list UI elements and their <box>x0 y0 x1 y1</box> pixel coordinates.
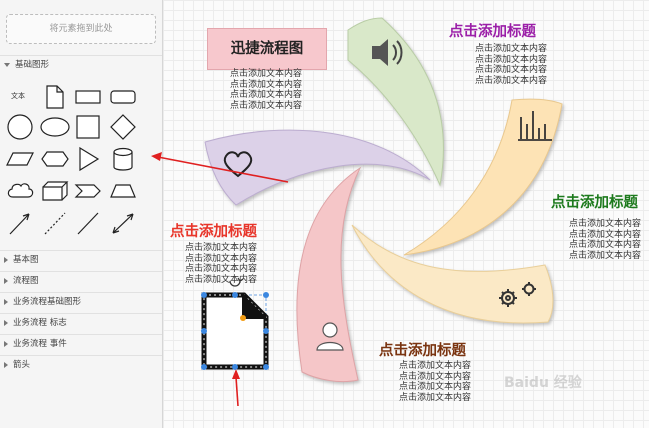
watermark: Baidu 经验 <box>504 375 582 391</box>
main-title-body[interactable]: 点击添加文本内容 点击添加文本内容 点击添加文本内容 点击添加文本内容 <box>213 69 319 111</box>
resize-handle[interactable] <box>201 364 207 370</box>
selected-document-shape[interactable] <box>201 277 269 370</box>
resize-handle[interactable] <box>263 292 269 298</box>
body-right[interactable]: 点击添加文本内容 点击添加文本内容 点击添加文本内容 点击添加文本内容 <box>557 219 649 261</box>
resize-handle[interactable] <box>232 292 238 298</box>
title-top-right[interactable]: 点击添加标题 <box>449 20 536 41</box>
resize-handle[interactable] <box>201 328 207 334</box>
resize-handle[interactable] <box>201 292 207 298</box>
title-left[interactable]: 点击添加标题 <box>170 220 257 241</box>
adjust-handle[interactable] <box>240 315 246 321</box>
resize-handle[interactable] <box>263 328 269 334</box>
main-title-box[interactable]: 迅捷流程图 <box>207 28 327 70</box>
resize-handle[interactable] <box>232 364 238 370</box>
title-right[interactable]: 点击添加标题 <box>551 191 638 212</box>
annotation-arrow-icon <box>232 369 240 407</box>
resize-handle[interactable] <box>263 364 269 370</box>
title-bottom[interactable]: 点击添加标题 <box>379 339 466 360</box>
body-bottom[interactable]: 点击添加文本内容 点击添加文本内容 点击添加文本内容 点击添加文本内容 <box>382 361 488 403</box>
petal-purple[interactable] <box>204 129 431 206</box>
body-top-right[interactable]: 点击添加文本内容 点击添加文本内容 点击添加文本内容 点击添加文本内容 <box>458 44 564 86</box>
body-left[interactable]: 点击添加文本内容 点击添加文本内容 点击添加文本内容 点击添加文本内容 <box>168 243 274 285</box>
